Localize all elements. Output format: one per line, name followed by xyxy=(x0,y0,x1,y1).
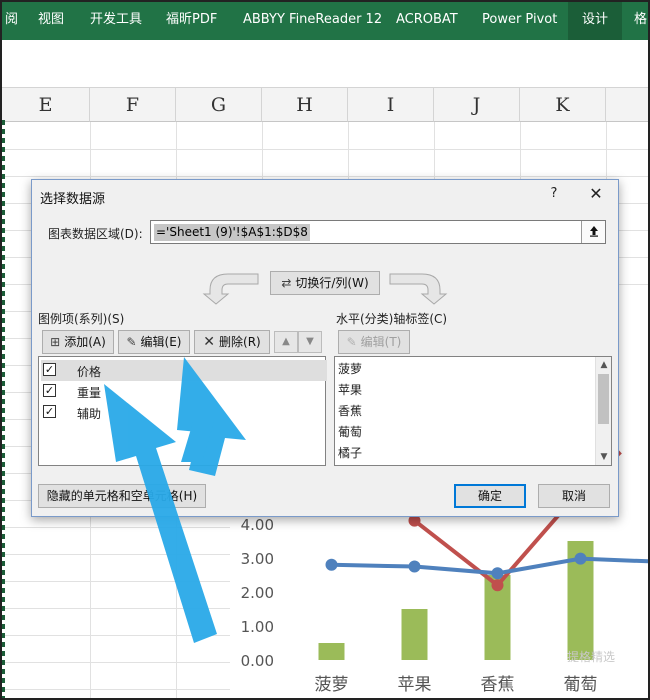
category-item[interactable]: 葡萄 xyxy=(338,423,362,440)
scroll-up-icon[interactable]: ▲ xyxy=(596,357,612,373)
tab-foxit-pdf[interactable]: 福昕PDF xyxy=(166,2,217,40)
curved-arrow-right-icon xyxy=(389,273,448,305)
add-icon: ⊞ xyxy=(50,335,61,349)
move-down-button[interactable]: ▼ xyxy=(298,331,322,353)
point-辅助 xyxy=(491,567,504,580)
formula-area xyxy=(2,40,648,88)
ribbon-tab-bar: 阅 视图 开发工具 福昕PDF ABBYY FineReader 12 ACRO… xyxy=(2,2,648,40)
collapse-dialog-icon[interactable] xyxy=(581,221,605,243)
series-item-price[interactable]: ✓ 价格 xyxy=(41,360,327,381)
edit-icon: ✎ xyxy=(346,335,357,349)
chart-range-input[interactable]: ='Sheet1 (9)'!$A$1:$D$8 xyxy=(150,220,606,244)
category-scrollbar[interactable]: ▲ ▼ xyxy=(595,357,611,465)
point-辅助 xyxy=(408,560,421,573)
y-tick-label: 2.00 xyxy=(241,584,274,602)
column-header-j[interactable]: J xyxy=(434,88,520,122)
delete-series-button[interactable]: ✕ 删除(R) xyxy=(194,330,270,354)
series-line-辅助 xyxy=(331,556,648,576)
point-价格 xyxy=(491,579,504,592)
column-header-f[interactable]: F xyxy=(90,88,176,122)
bar-菠萝 xyxy=(318,643,345,660)
column-header-g[interactable]: G xyxy=(176,88,262,122)
delete-icon: ✕ xyxy=(203,334,216,350)
y-tick-label: 4.00 xyxy=(241,516,274,534)
edit-icon: ✎ xyxy=(126,335,137,349)
watermark: 提格精选 xyxy=(567,650,616,664)
dialog-title: 选择数据源 xyxy=(40,192,106,207)
tab-design[interactable]: 设计 xyxy=(568,2,623,40)
select-data-source-dialog: 选择数据源 ? ✕ 图表数据区域(D): ='Sheet1 (9)'!$A$1:… xyxy=(31,179,619,517)
chart-range-value: ='Sheet1 (9)'!$A$1:$D$8 xyxy=(154,224,310,241)
column-header-l[interactable] xyxy=(606,88,648,122)
close-icon[interactable]: ✕ xyxy=(582,183,610,205)
curved-arrow-left-icon xyxy=(202,273,259,305)
chart-range-label: 图表数据区域(D): xyxy=(48,227,143,241)
category-item[interactable]: 橘子 xyxy=(338,444,362,461)
tab-review[interactable]: 阅 xyxy=(5,2,18,40)
column-header-e[interactable]: E xyxy=(2,88,90,122)
legend-entries-label: 图例项(系列)(S) xyxy=(38,312,125,326)
switch-row-column-button[interactable]: ⇄ 切换行/列(W) xyxy=(270,271,380,295)
x-tick-label: 菠萝 xyxy=(315,675,349,695)
tab-view[interactable]: 视图 xyxy=(38,2,64,40)
edit-axis-labels-button[interactable]: ✎ 编辑(T) xyxy=(338,330,410,354)
point-辅助 xyxy=(325,558,338,571)
ok-button[interactable]: 确定 xyxy=(454,484,526,508)
cancel-button[interactable]: 取消 xyxy=(538,484,610,508)
category-item[interactable]: 苹果 xyxy=(338,381,362,398)
hidden-empty-cells-button[interactable]: 隐藏的单元格和空单元格(H) xyxy=(38,484,206,508)
edit-series-button[interactable]: ✎ 编辑(E) xyxy=(118,330,190,354)
column-header-k[interactable]: K xyxy=(520,88,606,122)
scroll-thumb[interactable] xyxy=(598,374,609,424)
column-header-h[interactable]: H xyxy=(262,88,348,122)
series-item-weight[interactable]: ✓ 重量 xyxy=(41,381,327,402)
y-tick-label: 1.00 xyxy=(241,618,274,636)
tab-abbyy[interactable]: ABBYY FineReader 12 xyxy=(243,2,382,40)
category-item[interactable]: 香蕉 xyxy=(338,402,362,419)
bar-苹果 xyxy=(401,609,428,660)
y-tick-label: 3.00 xyxy=(241,550,274,568)
category-item[interactable]: 菠萝 xyxy=(338,360,362,377)
column-header-i[interactable]: I xyxy=(348,88,434,122)
y-tick-label: 0.00 xyxy=(241,652,274,670)
series-list[interactable]: ✓ 价格 ✓ 重量 ✓ 辅助 xyxy=(38,356,327,466)
x-tick-label: 香蕉 xyxy=(481,675,515,695)
screenshot-frame: 阅 视图 开发工具 福昕PDF ABBYY FineReader 12 ACRO… xyxy=(0,0,650,700)
axis-labels-label: 水平(分类)轴标签(C) xyxy=(336,312,448,326)
checkbox-helper[interactable]: ✓ xyxy=(43,405,56,418)
x-tick-label: 葡萄 xyxy=(564,675,598,695)
point-辅助 xyxy=(574,552,587,565)
move-up-button[interactable]: ▲ xyxy=(274,331,298,353)
scroll-down-icon[interactable]: ▼ xyxy=(596,449,612,465)
series-item-helper[interactable]: ✓ 辅助 xyxy=(41,402,327,423)
checkbox-price[interactable]: ✓ xyxy=(43,363,56,376)
tab-power-pivot[interactable]: Power Pivot xyxy=(482,2,557,40)
category-list[interactable]: 菠萝 苹果 香蕉 葡萄 橘子 ▲ ▼ xyxy=(334,356,612,466)
help-icon[interactable]: ? xyxy=(544,183,564,205)
checkbox-weight[interactable]: ✓ xyxy=(43,384,56,397)
switch-table-icon: ⇄ xyxy=(281,276,292,290)
x-tick-label: 苹果 xyxy=(398,675,432,695)
tab-format[interactable]: 格 xyxy=(634,2,647,40)
tab-developer[interactable]: 开发工具 xyxy=(90,2,142,40)
copy-marquee-border xyxy=(2,120,5,698)
tab-acrobat[interactable]: ACROBAT xyxy=(396,2,458,40)
add-series-button[interactable]: ⊞ 添加(A) xyxy=(42,330,114,354)
